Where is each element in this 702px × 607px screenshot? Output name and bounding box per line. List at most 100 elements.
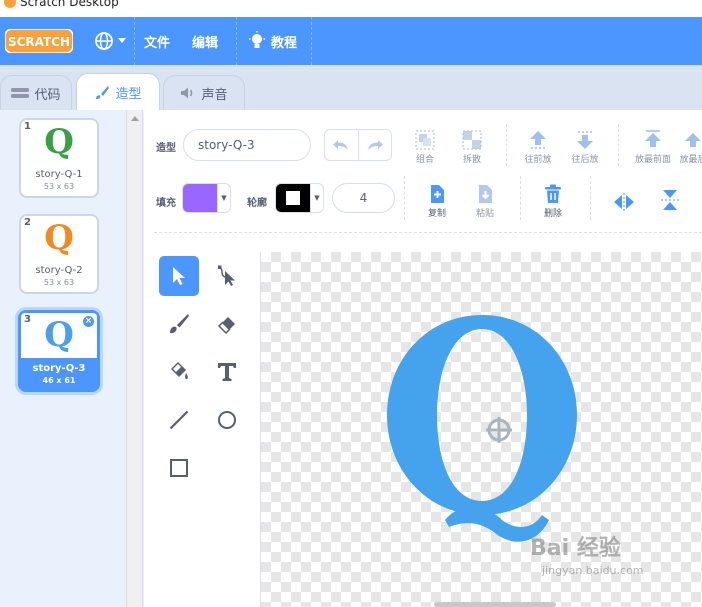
svg-text:SCRATCH: SCRATCH xyxy=(8,35,70,49)
group-label: 组合 xyxy=(415,155,434,165)
delete-costume-close-icon[interactable]: × xyxy=(82,315,95,328)
watermark-brand: Bai 经验 xyxy=(530,536,621,561)
paint-bucket-icon xyxy=(171,362,188,380)
costume-item-2[interactable]: 2 Q story-Q-2 53 x 63 xyxy=(19,214,99,294)
text-tool[interactable] xyxy=(207,352,247,392)
outline-swatch xyxy=(276,184,310,212)
flip-horizontal-icon xyxy=(614,193,634,211)
undo-button[interactable] xyxy=(325,130,358,160)
watermark-url: jingyan.baidu.com xyxy=(542,564,644,577)
tab-strip: 代码 造型 声音 xyxy=(0,65,702,111)
back-label: 放最后 xyxy=(679,155,702,165)
costume-q-shape[interactable] xyxy=(387,315,577,545)
chevron-down-icon: ▼ xyxy=(217,184,230,212)
file-menu[interactable]: 文件 xyxy=(144,17,170,65)
reshape-tool[interactable] xyxy=(207,256,247,296)
tutorials-label: 教程 xyxy=(271,35,298,51)
toolbar-divider xyxy=(506,124,507,166)
rotation-center-icon xyxy=(486,417,512,443)
text-t-icon xyxy=(218,363,236,381)
ungroup-icon xyxy=(462,130,482,150)
rectangle-icon xyxy=(170,459,188,477)
group-button[interactable]: 组合 xyxy=(405,126,445,165)
copy-label: 复制 xyxy=(427,209,446,219)
speaker-icon xyxy=(181,87,193,99)
costume-item-3[interactable]: 3 Q story-Q-3 46 x 61 × xyxy=(18,310,100,392)
paste-button[interactable]: 粘贴 xyxy=(465,180,505,219)
select-tool[interactable] xyxy=(159,256,199,296)
language-menu[interactable] xyxy=(94,17,127,65)
outline-color-picker[interactable]: ▼ xyxy=(275,183,324,213)
back-button[interactable]: 放最后 xyxy=(678,126,702,165)
fill-color-picker[interactable]: ▼ xyxy=(182,183,231,213)
tab-costumes[interactable]: 造型 xyxy=(76,73,160,111)
circle-tool[interactable] xyxy=(207,400,247,440)
backward-label: 往后放 xyxy=(571,155,599,165)
baidu-jingyan-watermark: Bai 经验 jingyan.baidu.com xyxy=(530,530,670,590)
undo-icon xyxy=(333,140,349,150)
costume-list-scrollbar[interactable] xyxy=(127,110,143,607)
toolbar-divider xyxy=(590,176,591,220)
costume-name: story-Q-2 xyxy=(35,265,83,276)
flip-vertical-icon xyxy=(661,190,679,210)
costume-size: 46 x 61 xyxy=(42,376,76,385)
outline-label: 轮廓 xyxy=(247,198,267,209)
brush-icon xyxy=(170,314,189,334)
costume-thumbnail: Q xyxy=(44,218,74,258)
forward-label: 往前放 xyxy=(524,155,552,165)
scroll-up-icon[interactable] xyxy=(131,116,139,121)
tab-code[interactable]: 代码 xyxy=(0,75,72,110)
toolbar-divider xyxy=(404,176,405,220)
costume-thumbnail: Q xyxy=(44,122,74,162)
costume-name-label: 造型 xyxy=(156,143,176,154)
bring-to-front-icon xyxy=(645,130,661,147)
copy-button[interactable]: 复制 xyxy=(417,180,457,219)
undo-redo-group xyxy=(324,129,392,161)
costume-size: 53 x 63 xyxy=(43,182,75,191)
menu-divider xyxy=(311,17,312,65)
forward-button[interactable]: 往前放 xyxy=(518,126,558,165)
redo-button[interactable] xyxy=(357,130,392,160)
lightbulb-icon xyxy=(249,31,265,48)
eraser-icon xyxy=(217,317,235,335)
fill-tool[interactable] xyxy=(159,352,199,392)
send-to-back-icon xyxy=(685,133,701,147)
menu-divider xyxy=(236,17,237,65)
toolbar-divider xyxy=(520,176,521,220)
line-tool[interactable] xyxy=(159,400,199,440)
trash-icon xyxy=(545,184,561,203)
fill-swatch xyxy=(183,184,217,212)
ungroup-button[interactable]: 拆散 xyxy=(452,126,492,165)
edit-menu[interactable]: 编辑 xyxy=(192,17,218,65)
outline-width-input[interactable]: 4 xyxy=(332,183,395,213)
costume-name-input[interactable]: story-Q-3 xyxy=(183,129,311,161)
brush-icon xyxy=(96,85,110,99)
arrow-down-icon xyxy=(577,131,593,149)
front-label: 放最前面 xyxy=(634,155,671,165)
reshape-icon xyxy=(218,265,235,286)
front-button[interactable]: 放最前面 xyxy=(631,126,675,165)
costume-item-1[interactable]: 1 Q story-Q-1 53 x 63 xyxy=(19,118,99,198)
tab-sounds-label: 声音 xyxy=(201,87,228,103)
chevron-down-icon: ▼ xyxy=(310,184,323,212)
menu-bar: SCRATCH 文件 编辑 教程 xyxy=(0,17,702,65)
backward-button[interactable]: 往后放 xyxy=(565,126,605,165)
cursor-arrow-icon xyxy=(173,267,185,285)
tutorials-menu[interactable]: 教程 xyxy=(248,17,297,65)
flip-vertical-button[interactable] xyxy=(650,187,690,213)
window-title: Scratch Desktop xyxy=(20,0,119,9)
toolbar-divider xyxy=(618,124,619,166)
globe-icon xyxy=(95,32,113,50)
delete-button[interactable]: 删除 xyxy=(533,180,573,219)
tab-sounds[interactable]: 声音 xyxy=(163,75,245,110)
canvas-scrollbar[interactable] xyxy=(434,602,556,607)
delete-label: 删除 xyxy=(543,209,562,219)
flip-horizontal-button[interactable] xyxy=(604,187,644,213)
eraser-tool[interactable] xyxy=(207,304,247,344)
toolbar-separator xyxy=(154,232,702,233)
rectangle-tool[interactable] xyxy=(159,448,199,488)
brush-tool[interactable] xyxy=(159,304,199,344)
scratch-logo[interactable]: SCRATCH xyxy=(4,28,74,54)
code-blocks-icon xyxy=(11,88,30,98)
copy-icon xyxy=(431,185,444,203)
